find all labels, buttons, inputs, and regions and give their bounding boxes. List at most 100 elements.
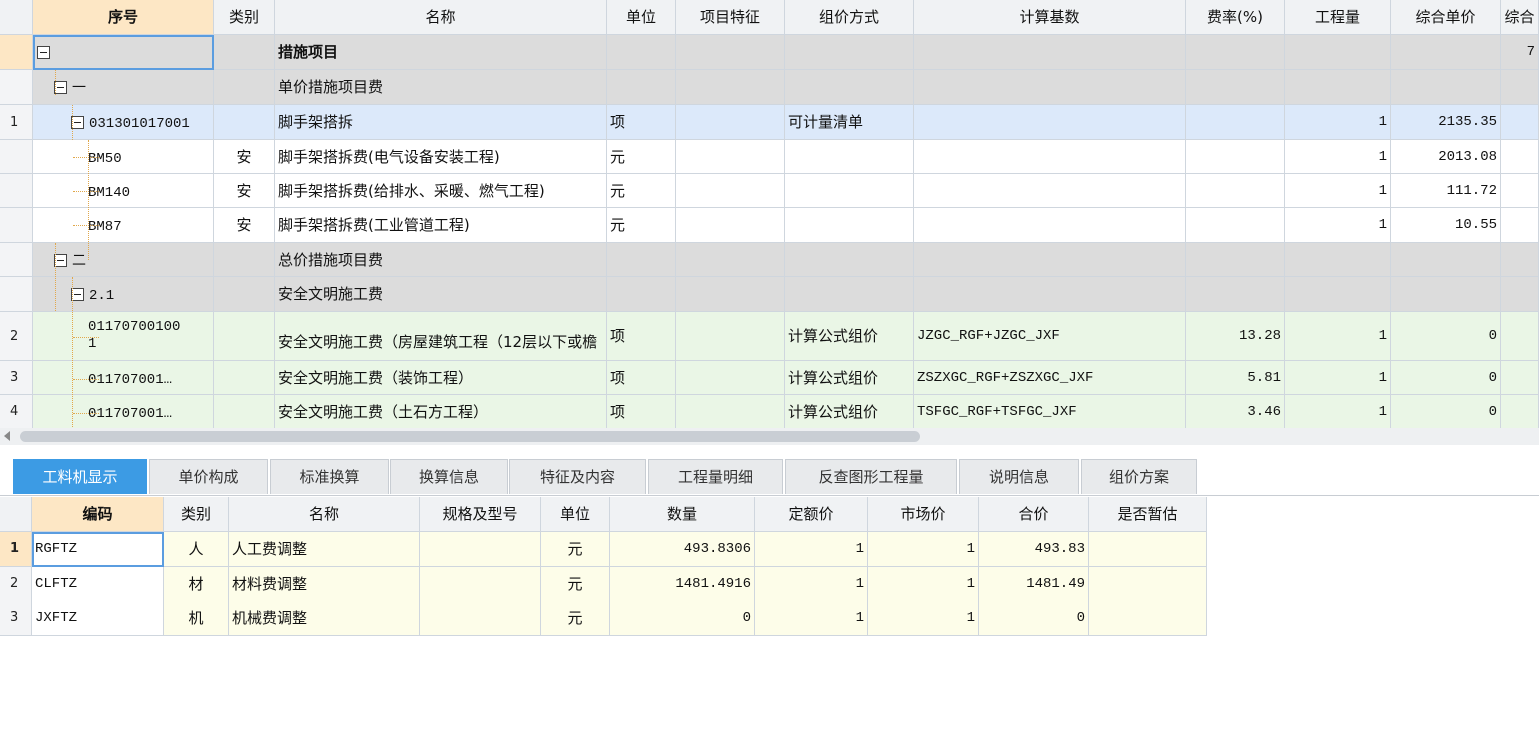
spec-cell[interactable] bbox=[420, 566, 541, 602]
resource-column-header-6[interactable]: 数量 bbox=[610, 497, 755, 532]
tab-6[interactable]: 反查图形工程量 bbox=[785, 459, 957, 494]
code-text: 011707001001 bbox=[88, 319, 181, 352]
column-header-2[interactable]: 类别 bbox=[214, 0, 275, 35]
qty-cell[interactable]: 1481.4916 bbox=[610, 566, 755, 602]
tree-line bbox=[88, 140, 89, 260]
row-index: 3 bbox=[0, 361, 33, 395]
qty-cell[interactable]: 493.8306 bbox=[610, 532, 755, 567]
table-row[interactable]: BM140 安脚手架搭拆费(给排水、采暖、燃气工程) 元 1 111.72 bbox=[0, 174, 1539, 208]
name-cell[interactable]: 材料费调整 bbox=[229, 566, 420, 602]
tab-4[interactable]: 特征及内容 bbox=[509, 459, 646, 494]
market-cell[interactable]: 1 bbox=[868, 532, 979, 567]
rate-cell bbox=[1186, 277, 1285, 312]
code-text: BM87 bbox=[88, 219, 122, 235]
base-cell bbox=[914, 35, 1186, 70]
rate-cell bbox=[1186, 105, 1285, 140]
mode-cell: 可计量清单 bbox=[785, 105, 914, 140]
feature-cell bbox=[676, 208, 785, 243]
resource-column-header-1[interactable]: 编码 bbox=[32, 497, 164, 532]
code-text: 2.1 bbox=[89, 288, 115, 304]
qty-cell: 1 bbox=[1285, 140, 1391, 174]
column-header-11[interactable]: 综合 bbox=[1501, 0, 1539, 35]
column-header-3[interactable]: 名称 bbox=[275, 0, 607, 35]
tab-1[interactable]: 单价构成 bbox=[149, 459, 268, 494]
spec-cell[interactable] bbox=[420, 532, 541, 567]
base-cell: ZSZXGC_RGF+ZSZXGC_JXF bbox=[914, 361, 1186, 395]
qty-cell[interactable]: 0 bbox=[610, 601, 755, 636]
unit-cell: 项 bbox=[607, 312, 676, 361]
code-cell: BM87 bbox=[33, 208, 214, 243]
tab-0[interactable]: 工料机显示 bbox=[13, 459, 147, 494]
spec-cell[interactable] bbox=[420, 601, 541, 636]
tab-8[interactable]: 组价方案 bbox=[1081, 459, 1197, 494]
table-row[interactable]: 2 011707001001 安全文明施工费（房屋建筑工程（12层以下或檐高≤40m… bbox=[0, 312, 1539, 361]
est-cell bbox=[1089, 566, 1207, 602]
column-header-7[interactable]: 计算基数 bbox=[914, 0, 1186, 35]
column-header-8[interactable]: 费率(%) bbox=[1186, 0, 1285, 35]
market-cell[interactable]: 1 bbox=[868, 566, 979, 602]
resource-column-header-0[interactable] bbox=[0, 497, 32, 532]
table-row[interactable]: 1 RGFTZ 人人工费调整元 493.8306 1 1 493.83 bbox=[0, 532, 1539, 567]
table-row[interactable]: BM50 安脚手架搭拆费(电气设备安装工程) 元 1 2013.08 bbox=[0, 140, 1539, 174]
name-cell: 安全文明施工费（土石方工程） bbox=[275, 395, 607, 429]
feature-cell bbox=[676, 277, 785, 312]
resource-column-header-10[interactable]: 是否暂估 bbox=[1089, 497, 1207, 532]
horizontal-scrollbar[interactable] bbox=[0, 428, 1539, 445]
table-row[interactable]: 一 单价措施项目费 bbox=[0, 70, 1539, 105]
resource-column-header-2[interactable]: 类别 bbox=[164, 497, 229, 532]
tree-line bbox=[72, 277, 73, 427]
table-row[interactable]: 2 CLFTZ 材材料费调整元 1481.4916 1 1 1481.49 bbox=[0, 566, 1539, 602]
column-header-5[interactable]: 项目特征 bbox=[676, 0, 785, 35]
unit-cell: 元 bbox=[607, 174, 676, 208]
scroll-left-icon[interactable] bbox=[4, 431, 10, 441]
resource-column-header-4[interactable]: 规格及型号 bbox=[420, 497, 541, 532]
collapse-toggle-icon[interactable] bbox=[37, 46, 50, 59]
resource-column-header-5[interactable]: 单位 bbox=[541, 497, 610, 532]
resource-column-header-9[interactable]: 合价 bbox=[979, 497, 1089, 532]
tab-3[interactable]: 换算信息 bbox=[390, 459, 508, 494]
price-cell bbox=[1391, 70, 1501, 105]
base-cell: TSFGC_RGF+TSFGC_JXF bbox=[914, 395, 1186, 429]
tree-line bbox=[73, 225, 99, 226]
kind-cell bbox=[214, 70, 275, 105]
quota-cell[interactable]: 1 bbox=[755, 601, 868, 636]
column-header-0[interactable] bbox=[0, 0, 33, 35]
table-row[interactable]: 措施项目 7 bbox=[0, 35, 1539, 70]
table-row[interactable]: 二 总价措施项目费 bbox=[0, 243, 1539, 277]
name-cell[interactable]: 机械费调整 bbox=[229, 601, 420, 636]
column-header-1[interactable]: 序号 bbox=[33, 0, 214, 35]
code-text: 011707001… bbox=[88, 406, 173, 422]
table-row[interactable]: 1 031301017001 脚手架搭拆项可计量清单 1 2135.35 bbox=[0, 105, 1539, 140]
table-row[interactable]: 3 JXFTZ 机机械费调整元 0 1 1 0 bbox=[0, 601, 1539, 636]
table-row[interactable]: 3 011707001… 安全文明施工费（装饰工程）项 计算公式组价 ZSZXGC_RG… bbox=[0, 361, 1539, 395]
column-header-4[interactable]: 单位 bbox=[607, 0, 676, 35]
qty-cell: 1 bbox=[1285, 105, 1391, 140]
table-row[interactable]: BM87 安脚手架搭拆费(工业管道工程) 元 1 10.55 bbox=[0, 208, 1539, 243]
scrollbar-thumb[interactable] bbox=[20, 431, 920, 442]
base-cell bbox=[914, 243, 1186, 277]
tree-line bbox=[73, 157, 99, 158]
tab-7[interactable]: 说明信息 bbox=[959, 459, 1079, 494]
quota-cell[interactable]: 1 bbox=[755, 532, 868, 567]
name-cell[interactable]: 人工费调整 bbox=[229, 532, 420, 567]
tree-line bbox=[55, 243, 56, 311]
code-cell: 011707001… bbox=[33, 361, 214, 395]
resource-column-header-3[interactable]: 名称 bbox=[229, 497, 420, 532]
tab-2[interactable]: 标准换算 bbox=[270, 459, 389, 494]
resource-column-header-7[interactable]: 定额价 bbox=[755, 497, 868, 532]
table-row[interactable]: 2.1 安全文明施工费 bbox=[0, 277, 1539, 312]
kind-cell: 安 bbox=[214, 140, 275, 174]
column-header-10[interactable]: 综合单价 bbox=[1391, 0, 1501, 35]
resource-column-header-8[interactable]: 市场价 bbox=[868, 497, 979, 532]
quota-cell[interactable]: 1 bbox=[755, 566, 868, 602]
tree-line bbox=[73, 379, 99, 380]
tab-5[interactable]: 工程量明细 bbox=[648, 459, 783, 494]
base-cell bbox=[914, 105, 1186, 140]
column-header-6[interactable]: 组价方式 bbox=[785, 0, 914, 35]
qty-cell: 1 bbox=[1285, 395, 1391, 429]
base-cell bbox=[914, 174, 1186, 208]
table-row[interactable]: 4 011707001… 安全文明施工费（土石方工程）项 计算公式组价 TSFGC_RG… bbox=[0, 395, 1539, 429]
unit-cell: 元 bbox=[607, 208, 676, 243]
market-cell[interactable]: 1 bbox=[868, 601, 979, 636]
column-header-9[interactable]: 工程量 bbox=[1285, 0, 1391, 35]
